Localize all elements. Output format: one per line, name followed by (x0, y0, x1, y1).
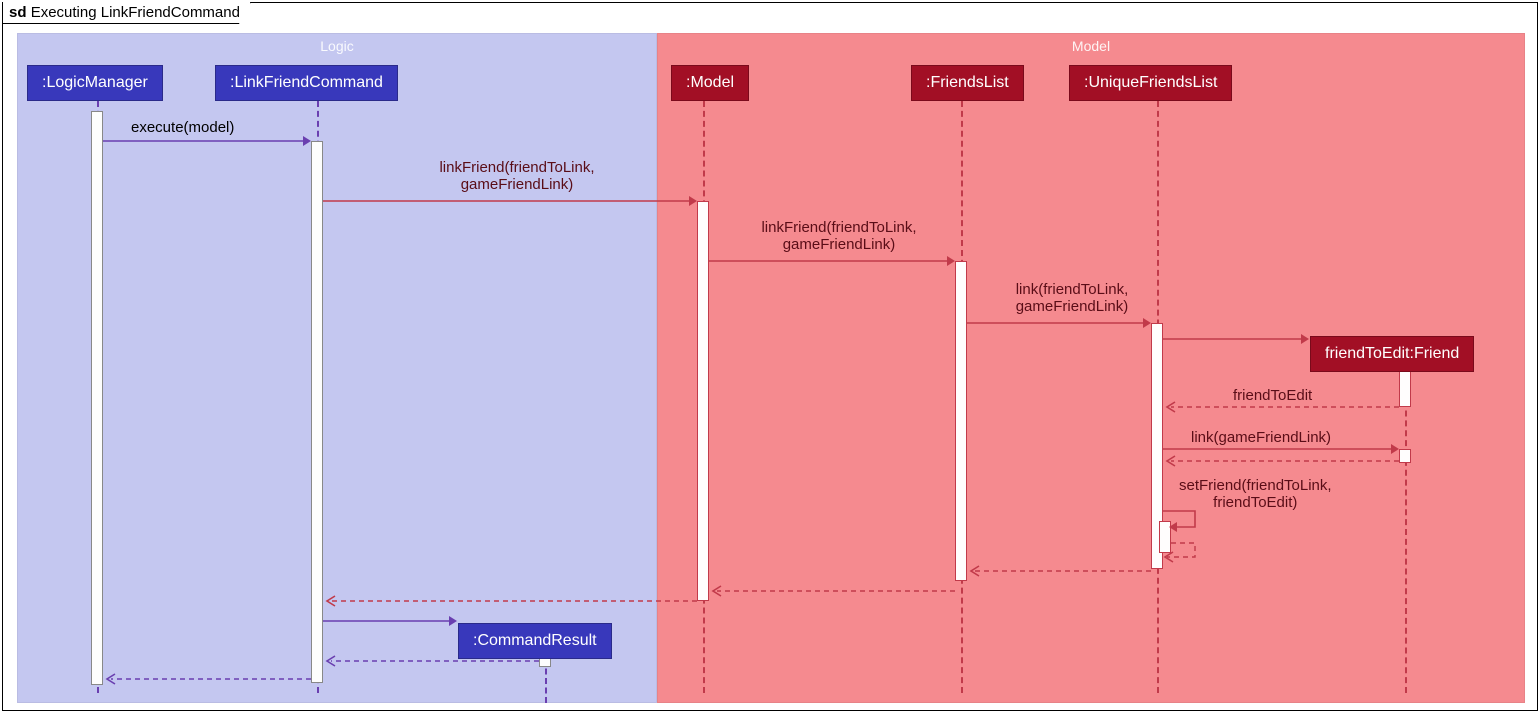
msg-linkfriend-2b: gameFriendLink) (719, 236, 959, 253)
lifeline-friends-list-label: :FriendsList (926, 74, 1009, 91)
region-model-label: Model (658, 38, 1524, 54)
msg-linkfriend-1-label: linkFriend(friendToLink, gameFriendLink) (387, 159, 647, 193)
msg-execute-label: execute(model) (131, 119, 234, 136)
msg-linkfriend-2a: linkFriend(friendToLink, (719, 219, 959, 236)
lifeline-unique-friends-list-head: :UniqueFriendsList (1069, 65, 1232, 101)
lifeline-link-friend-command-head: :LinkFriendCommand (215, 65, 398, 101)
activation-logic-manager (91, 111, 103, 685)
lifeline-model-label: :Model (686, 74, 734, 91)
lifeline-friend-to-edit (1405, 371, 1407, 693)
activation-friends-list (955, 261, 967, 581)
lifeline-logic-manager-head: :LogicManager (27, 65, 163, 101)
lifeline-friend-to-edit-head: friendToEdit:Friend (1310, 336, 1474, 372)
msg-setfriend-label: setFriend(friendToLink, friendToEdit) (1179, 477, 1332, 511)
lifeline-friend-to-edit-label: friendToEdit:Friend (1325, 345, 1459, 362)
lifeline-logic-manager-label: :LogicManager (42, 74, 148, 91)
frame-title: Executing LinkFriendCommand (31, 4, 240, 21)
msg-link-gfl-label: link(gameFriendLink) (1191, 429, 1331, 446)
msg-linkfriend-1b: gameFriendLink) (387, 176, 647, 193)
activation-model (697, 201, 709, 601)
lifeline-command-result-label: :CommandResult (473, 632, 597, 649)
activation-friend-to-edit-create (1399, 371, 1411, 407)
msg-linkfriend-1a: linkFriend(friendToLink, (387, 159, 647, 176)
sequence-frame: sd Executing LinkFriendCommand Logic Mod… (2, 2, 1538, 711)
activation-friend-to-edit-link (1399, 449, 1411, 463)
lifeline-friends-list-head: :FriendsList (911, 65, 1024, 101)
msg-setfriend-self-return (1163, 549, 1203, 579)
msg-setfriend-a: setFriend(friendToLink, (1179, 477, 1332, 494)
msg-link-1-label: link(friendToLink, gameFriendLink) (977, 281, 1167, 315)
msg-link-1a: link(friendToLink, (977, 281, 1167, 298)
msg-link-1b: gameFriendLink) (977, 298, 1167, 315)
lifeline-link-friend-command-label: :LinkFriendCommand (230, 74, 383, 91)
frame-prefix: sd (9, 4, 27, 21)
msg-linkfriend-2-label: linkFriend(friendToLink, gameFriendLink) (719, 219, 959, 253)
lifeline-unique-friends-list-label: :UniqueFriendsList (1084, 74, 1217, 91)
frame-title-tab: sd Executing LinkFriendCommand (2, 2, 251, 24)
activation-link-friend-command (311, 141, 323, 683)
region-logic-label: Logic (18, 38, 656, 54)
lifeline-model-head: :Model (671, 65, 749, 101)
msg-return-friend-label: friendToEdit (1233, 387, 1312, 404)
